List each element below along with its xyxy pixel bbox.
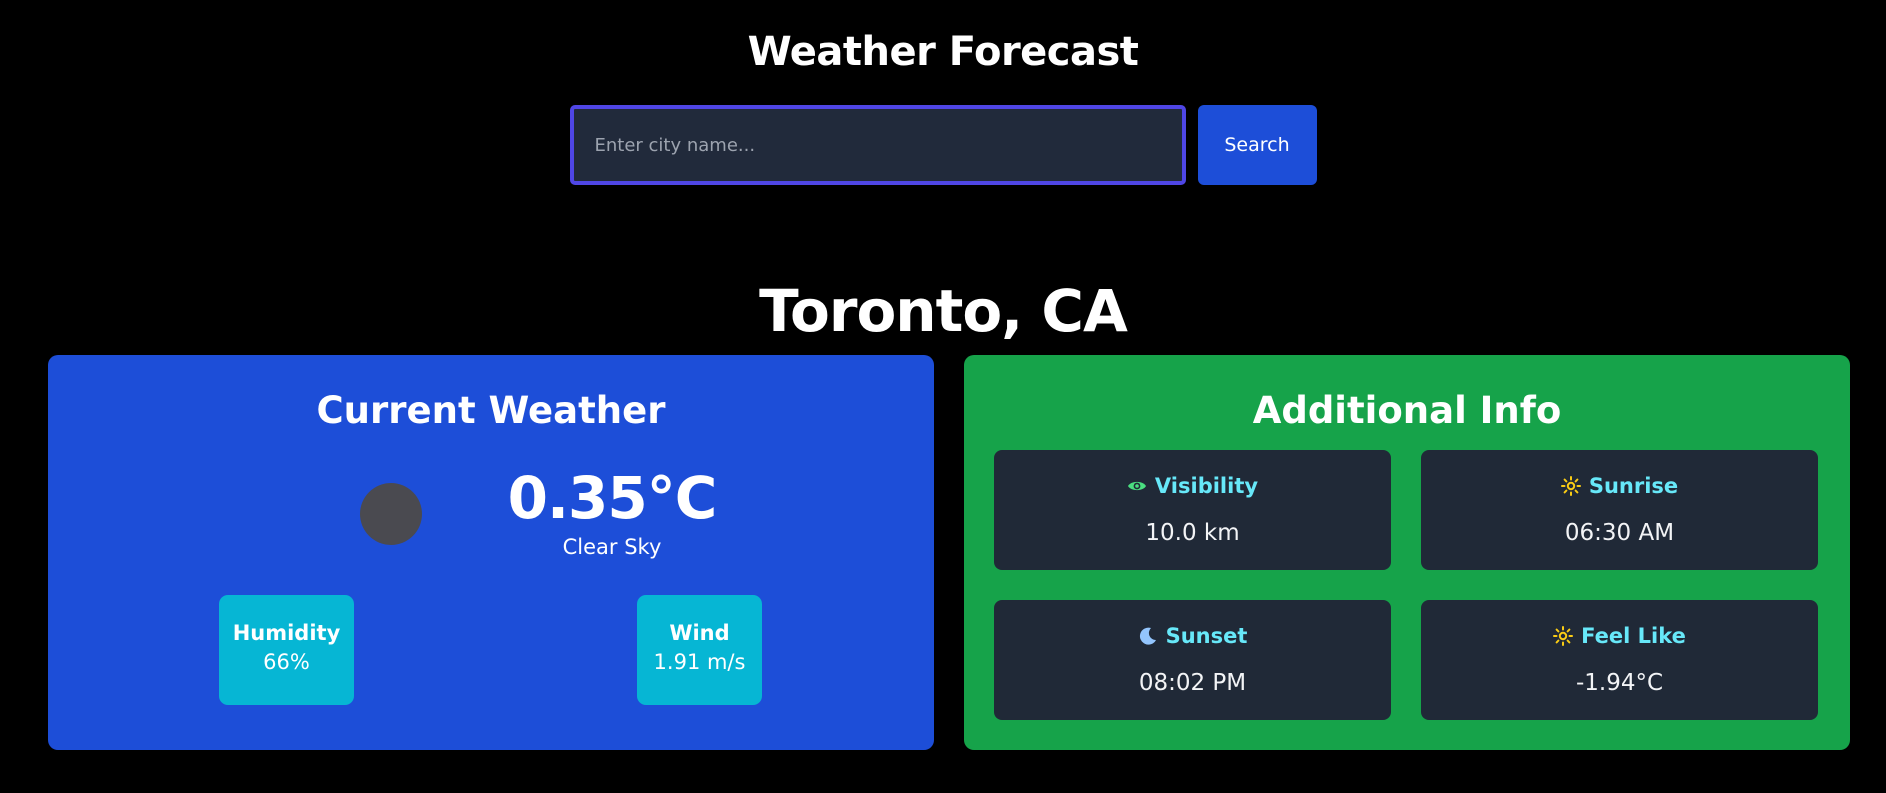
sunrise-card: Sunrise 06:30 AM [1421,450,1818,570]
wind-value: 1.91 m/s [653,650,746,674]
eye-icon [1127,476,1147,496]
additional-info-panel: Additional Info Visibility 10.0 km Sunri… [964,355,1850,750]
search-button[interactable]: Search [1197,105,1317,185]
additional-info-title: Additional Info [1252,389,1562,432]
humidity-box: Humidity 66% [219,595,354,705]
weather-condition-icon [360,483,422,545]
moon-icon [1138,626,1158,646]
wind-label: Wind [669,621,730,645]
sunset-card: Sunset 08:02 PM [994,600,1391,720]
visibility-value: 10.0 km [1145,520,1240,546]
feel-like-card: Feel Like -1.94°C [1421,600,1818,720]
sunset-label: Sunset [1165,624,1248,648]
sunset-value: 08:02 PM [1138,670,1247,696]
humidity-value: 66% [263,650,310,674]
current-weather-panel: Current Weather 0.35°C Clear Sky Humidit… [48,355,934,750]
sun-icon [1560,476,1581,496]
sun-icon [1553,626,1574,646]
sunrise-value: 06:30 AM [1564,520,1675,546]
temperature: 0.35°C [507,464,718,532]
city-search-input[interactable] [569,105,1186,185]
city-name: Toronto, CA [759,277,1128,345]
sunrise-label: Sunrise [1588,474,1679,498]
visibility-card: Visibility 10.0 km [994,450,1391,570]
page-title: Weather Forecast [747,29,1139,75]
wind-box: Wind 1.91 m/s [637,595,762,705]
feel-like-label: Feel Like [1581,624,1686,648]
feel-like-value: -1.94°C [1575,670,1664,696]
current-weather-title: Current Weather [316,389,666,432]
visibility-label: Visibility [1154,474,1259,498]
humidity-label: Humidity [232,621,341,645]
search-bar: Search [0,105,1886,185]
weather-condition: Clear Sky [562,535,662,559]
